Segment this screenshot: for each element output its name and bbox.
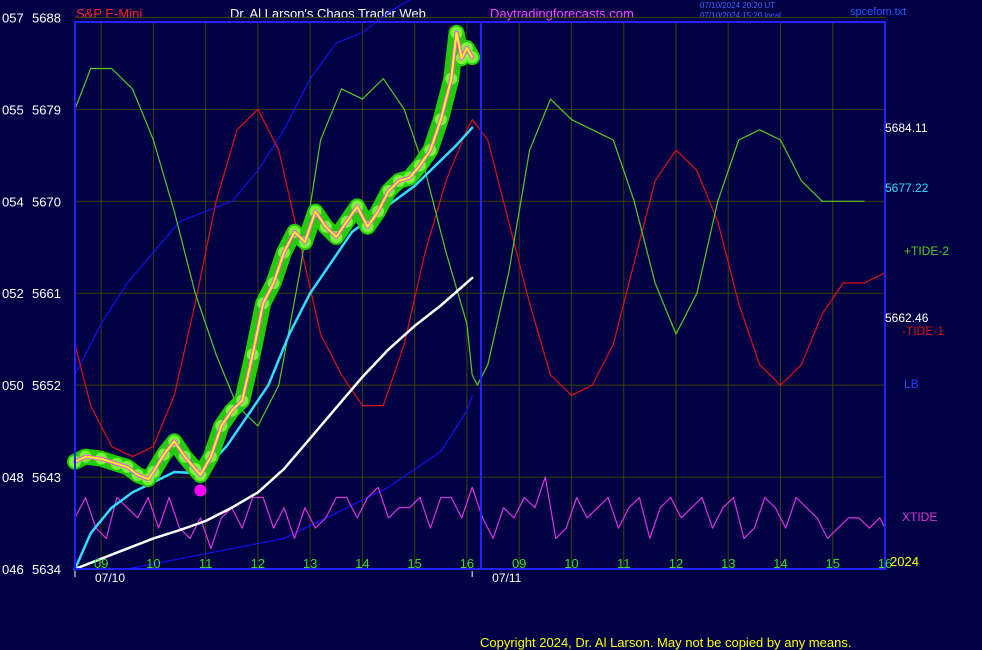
x-tick-day2-0: 09 <box>512 556 526 571</box>
x-tick-day1-7: 16 <box>460 556 474 571</box>
tide1-label: -TIDE-1 <box>902 324 944 338</box>
y-tick-6: 5688 <box>32 10 61 25</box>
x-tick-day1-1: 10 <box>146 556 160 571</box>
xtide-label: XTIDE <box>902 510 937 524</box>
tide2-line <box>74 67 865 427</box>
y-prefix-6: 057 <box>2 10 24 25</box>
last-price-label: 5684.11 <box>885 121 928 135</box>
price-line <box>74 31 474 481</box>
y-tick-5: 5679 <box>32 102 61 117</box>
x-tick-day1-4: 13 <box>303 556 317 571</box>
right-labels: 5684.11 5677.22 +TIDE-2 5662.46-TIDE-1 LB XTI… <box>885 121 949 524</box>
y-prefix-4: 054 <box>2 194 24 209</box>
x-tick-day2-1: 10 <box>564 556 578 571</box>
stamp-local: 07/10/2024 15:20 local <box>700 11 781 20</box>
chaos-trader-chart: S&P E-Mini Dr. Al Larson's Chaos Trader … <box>2 0 949 650</box>
ma-fast-value-label: 5677.22 <box>885 181 929 195</box>
symbol-label: S&P E-Mini <box>76 6 142 21</box>
x-tick-day1-0: 09 <box>94 556 108 571</box>
lb-line-lower <box>126 394 473 570</box>
y-tick-4: 5670 <box>32 194 61 209</box>
x-tick-day1-2: 11 <box>199 556 213 571</box>
x-tick-day1-6: 15 <box>407 556 421 571</box>
price-range-line <box>73 30 475 482</box>
price-glow-band <box>67 24 481 488</box>
y-prefix-0: 046 <box>2 562 24 577</box>
y-tick-1: 5643 <box>32 470 61 485</box>
x-tick-day2-4: 13 <box>721 556 735 571</box>
file-label: spcefom.txt <box>850 6 906 18</box>
site-link[interactable]: Daytradingforecasts.com <box>490 6 634 21</box>
low-marker <box>194 484 207 497</box>
y-prefix-1: 048 <box>2 470 24 485</box>
ma-fast-line <box>73 126 474 571</box>
x-tick-day1-5: 14 <box>355 556 369 571</box>
year-label: 2024 <box>890 554 919 569</box>
x-tick-day2-5: 14 <box>773 556 787 571</box>
y-tick-2: 5652 <box>32 378 61 393</box>
y-prefix-3: 052 <box>2 286 24 301</box>
x-tick-day2-2: 11 <box>617 556 631 571</box>
tide2-label: +TIDE-2 <box>904 244 949 258</box>
ma-slow-value-label: 5662.46 <box>885 311 929 325</box>
ma-slow-line <box>73 276 474 571</box>
x-tick-day2-3: 12 <box>669 556 683 571</box>
x-tick-day1-3: 12 <box>251 556 265 571</box>
date-day2-label: 07/11 <box>492 571 521 585</box>
y-tick-0: 5634 <box>32 562 61 577</box>
y-axis: 046 5634 048 5643 050 5652 052 5661 054 5670 055 56… <box>2 10 61 577</box>
lb-label: LB <box>904 377 919 391</box>
y-prefix-5: 055 <box>2 102 24 117</box>
y-tick-3: 5661 <box>32 286 61 301</box>
y-prefix-2: 050 <box>2 378 24 393</box>
copyright: Copyright 2024, Dr. Al Larson. May not b… <box>480 635 851 650</box>
x-tick-day2-6: 15 <box>826 556 840 571</box>
stamp-ut: 07/10/2024 20:20 UT <box>700 1 775 10</box>
date-day1-label: 07/10 <box>95 571 125 585</box>
series-layer <box>67 0 886 571</box>
